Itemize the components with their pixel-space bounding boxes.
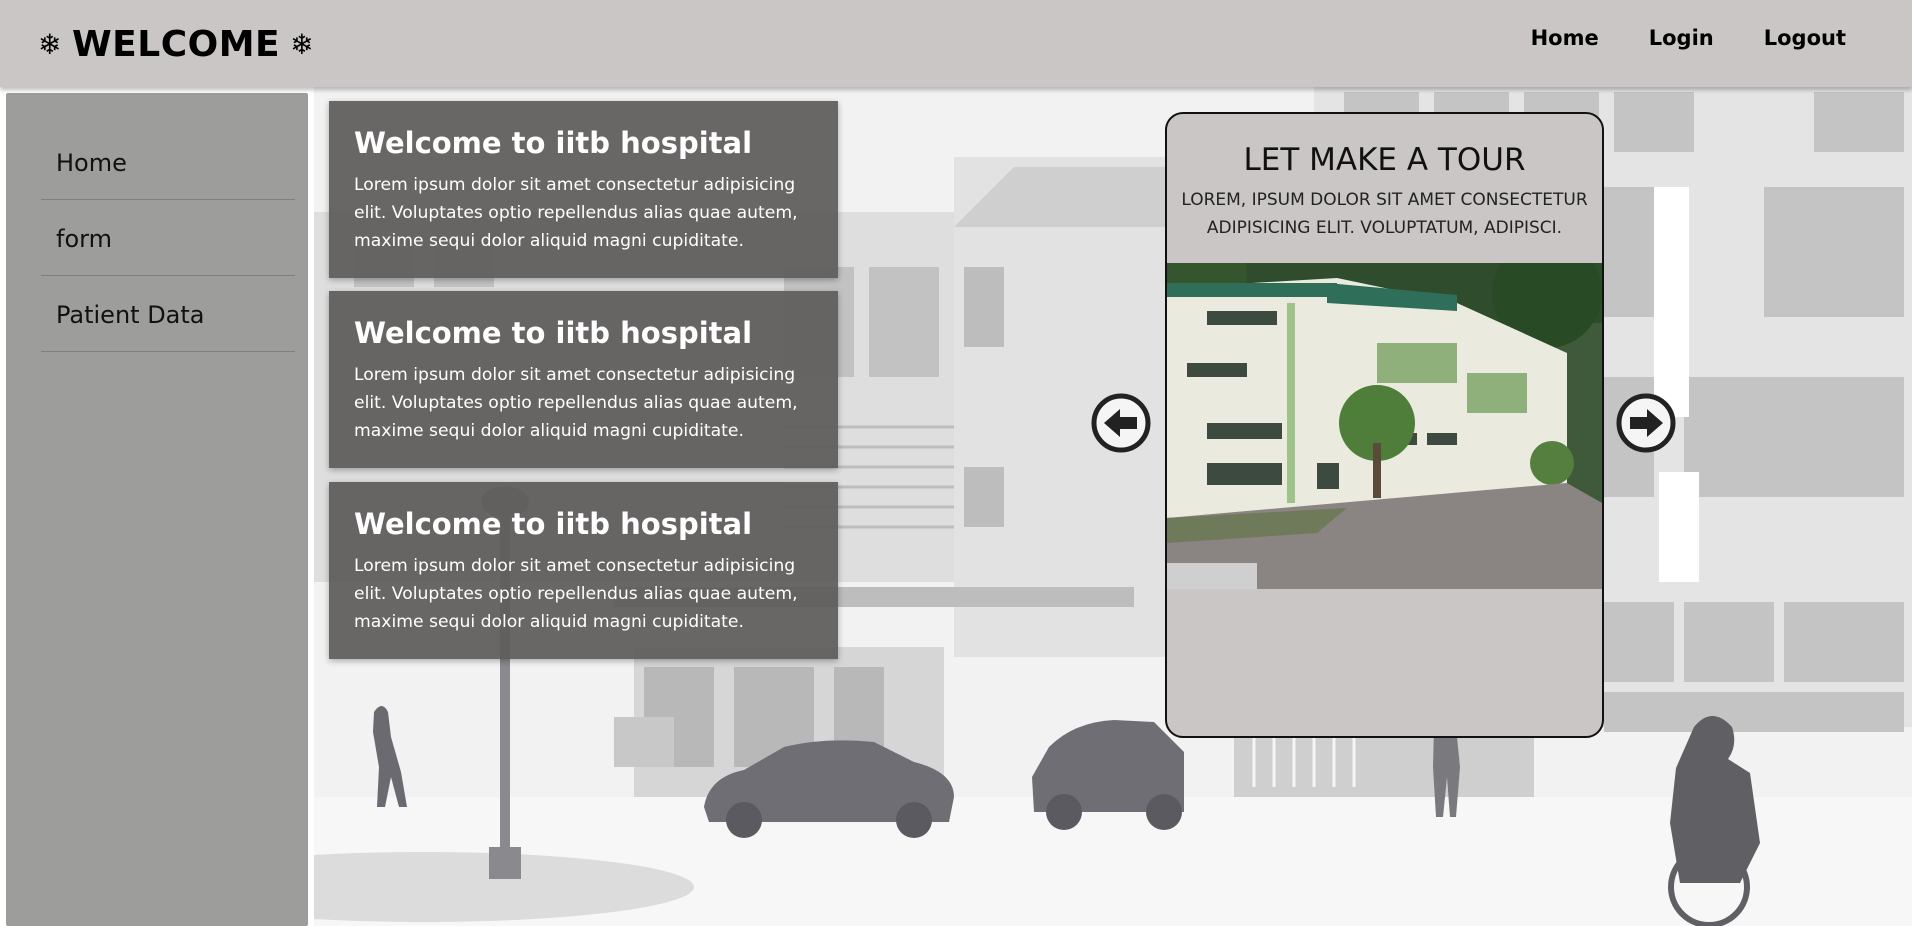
brand-text: WELCOME <box>71 23 281 65</box>
tour-title: LET MAKE A TOUR <box>1243 142 1526 178</box>
brand-logo: ❄ WELCOME ❄ <box>38 20 314 68</box>
snowflake-icon: ❄ <box>38 27 62 61</box>
nav-home-link[interactable]: Home <box>1531 26 1599 50</box>
sidebar-item-home[interactable]: Home <box>41 125 295 200</box>
card-text: Lorem ipsum dolor sit amet consectetur a… <box>354 556 798 632</box>
sidebar-item-form[interactable]: form <box>41 201 295 276</box>
sidebar-item-label: Patient Data <box>56 301 205 329</box>
card-text: Lorem ipsum dolor sit amet consectetur a… <box>354 365 798 441</box>
tour-text: LOREM, IPSUM DOLOR SIT AMET CONSECTETUR … <box>1181 190 1588 238</box>
info-card: Welcome to iitb hospital Lorem ipsum dol… <box>329 101 838 278</box>
snowflake-icon: ❄ <box>290 27 315 61</box>
tour-panel: LET MAKE A TOUR LOREM, IPSUM DOLOR SIT A… <box>1165 112 1604 738</box>
nav-login-link[interactable]: Login <box>1649 26 1714 50</box>
card-text: Lorem ipsum dolor sit amet consectetur a… <box>354 175 798 251</box>
card-title: Welcome to iitb hospital <box>354 316 753 350</box>
arrow-left-circle-icon[interactable] <box>1090 392 1152 454</box>
card-title: Welcome to iitb hospital <box>354 126 753 160</box>
sidebar-item-label: form <box>56 225 112 253</box>
info-card: Welcome to iitb hospital Lorem ipsum dol… <box>329 291 838 468</box>
nav-logout-link[interactable]: Logout <box>1764 26 1846 50</box>
sidebar: Home form Patient Data <box>6 93 308 926</box>
card-title: Welcome to iitb hospital <box>354 507 753 541</box>
info-card: Welcome to iitb hospital Lorem ipsum dol… <box>329 482 838 659</box>
sidebar-item-patient-data[interactable]: Patient Data <box>41 277 295 352</box>
hospital-building-photo <box>1167 263 1602 589</box>
sidebar-item-label: Home <box>56 149 127 177</box>
top-navbar: ❄ WELCOME ❄ Home Login Logout <box>0 0 1912 87</box>
top-nav-links: Home Login Logout <box>1531 26 1846 50</box>
arrow-right-circle-icon[interactable] <box>1615 392 1677 454</box>
